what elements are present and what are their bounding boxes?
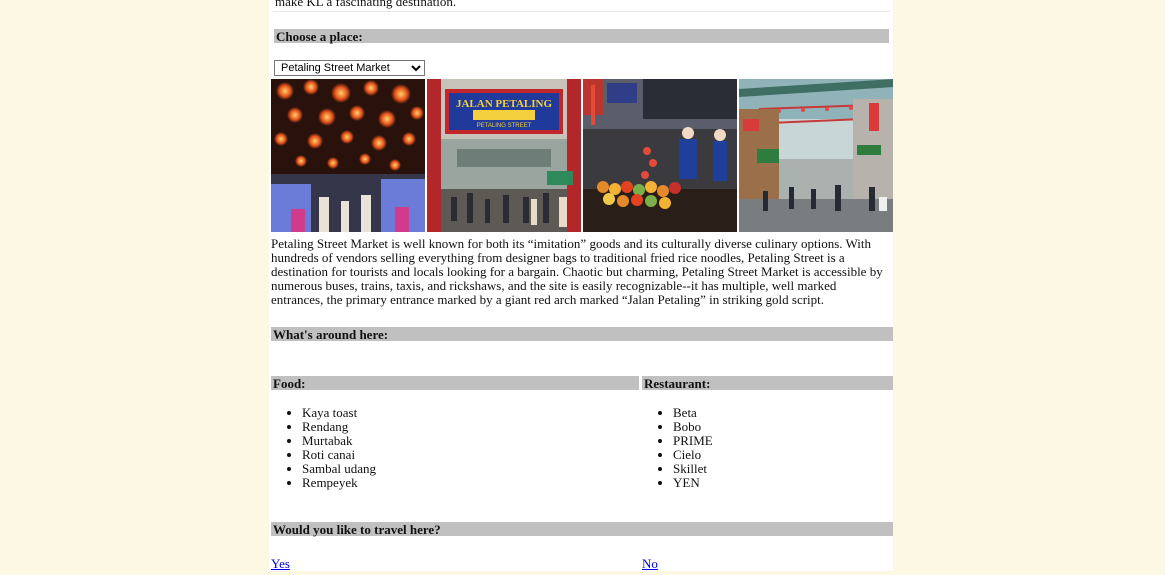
arch-sign-subtext: PETALING STREET [477, 123, 532, 129]
food-heading: Food: [271, 376, 639, 391]
food-item: Roti canai [302, 448, 376, 462]
yes-link[interactable]: Yes [271, 556, 290, 572]
arch-sign-text: JALAN PETALING [456, 98, 553, 110]
food-item: Rendang [302, 420, 376, 434]
restaurant-item: PRIME [673, 434, 713, 448]
photo-street-view [739, 79, 893, 232]
restaurant-item: Cielo [673, 448, 713, 462]
photo-lanterns [271, 79, 425, 232]
restaurant-item: Bobo [673, 420, 713, 434]
food-list: Kaya toast Rendang Murtabak Roti canai S… [271, 406, 376, 490]
food-item: Rempeyek [302, 476, 376, 490]
food-item: Kaya toast [302, 406, 376, 420]
food-item: Sambal udang [302, 462, 376, 476]
no-link[interactable]: No [642, 556, 658, 572]
restaurant-item: Beta [673, 406, 713, 420]
photo-jalan-petaling-arch: JALAN PETALING PETALING STREET [427, 79, 581, 232]
photo-fruit-stall [583, 79, 737, 232]
choose-place-heading: Choose a place: [274, 29, 889, 44]
restaurant-item: Skillet [673, 462, 713, 476]
restaurant-item: YEN [673, 476, 713, 490]
place-select[interactable]: Petaling Street Market [274, 60, 425, 76]
food-item: Murtabak [302, 434, 376, 448]
intro-text-fragment: make KL a fascinating destination. [273, 0, 890, 12]
restaurant-heading: Restaurant: [642, 376, 893, 391]
travel-heading: Would you like to travel here? [271, 522, 893, 537]
place-description: Petaling Street Market is well known for… [271, 236, 883, 307]
restaurant-list: Beta Bobo PRIME Cielo Skillet YEN [642, 406, 713, 490]
around-heading: What's around here: [271, 327, 893, 342]
